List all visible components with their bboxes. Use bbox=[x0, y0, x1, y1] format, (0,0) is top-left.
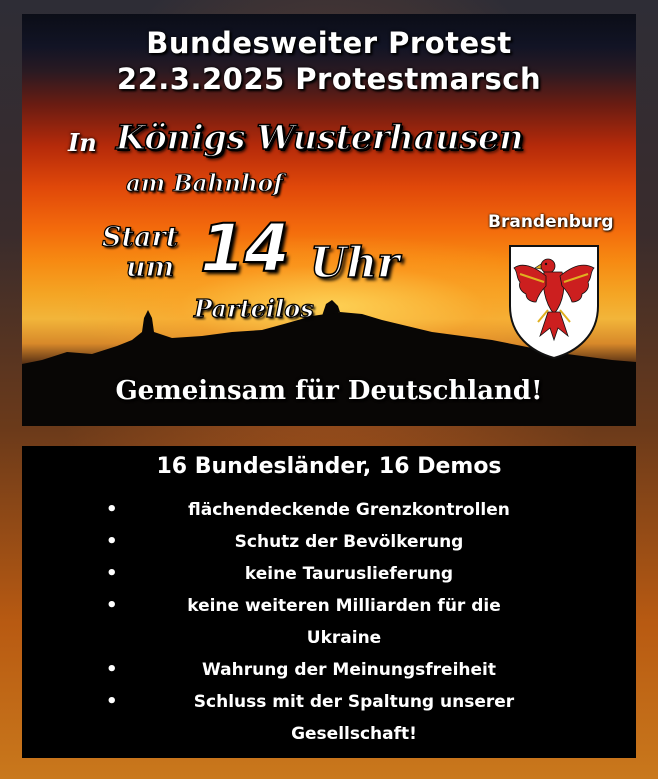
brandenburg-eagle-crest-icon bbox=[509, 245, 599, 360]
title-line-2: 22.3.2025 Protestmarsch bbox=[116, 62, 542, 96]
bullet-icon: • bbox=[106, 595, 118, 616]
affiliation-label: Parteilos bbox=[193, 293, 314, 323]
city-name: Königs Wusterhausen bbox=[115, 117, 524, 159]
list-item: • Schluss mit der Spaltung unserer Gesel… bbox=[22, 686, 636, 750]
slogan: Gemeinsam für Deutschland! bbox=[115, 376, 543, 406]
in-label: In bbox=[68, 128, 97, 157]
location-label: am Bahnhof bbox=[126, 170, 284, 198]
bullet-icon: • bbox=[106, 563, 118, 584]
list-item: • Schutz der Bevölkerung bbox=[22, 526, 636, 558]
list-item: • keine weiteren Milliarden für die Ukra… bbox=[22, 590, 636, 654]
bullet-icon: • bbox=[106, 691, 118, 712]
time-unit: Uhr bbox=[309, 237, 400, 288]
bullet-icon: • bbox=[106, 531, 118, 552]
bullet-icon: • bbox=[106, 659, 118, 680]
list-item: • Wahrung der Meinungsfreiheit bbox=[22, 654, 636, 686]
bullet-icon: • bbox=[106, 499, 118, 520]
start-time: 14 bbox=[199, 209, 291, 288]
state-name: Brandenburg bbox=[488, 212, 614, 232]
list-item: • flächendeckende Grenzkontrollen bbox=[22, 494, 636, 526]
demands-title: 16 Bundesländer, 16 Demos bbox=[156, 454, 502, 479]
demands-panel: 16 Bundesländer, 16 Demos • flächendecke… bbox=[22, 446, 636, 758]
title-line-1: Bundesweiter Protest bbox=[146, 26, 512, 60]
um-label: um bbox=[125, 251, 175, 283]
demands-list: • flächendeckende Grenzkontrollen • Schu… bbox=[22, 494, 636, 750]
poster-header-panel: Bundesweiter Protest 22.3.2025 Protestma… bbox=[22, 14, 636, 426]
list-item: • keine Tauruslieferung bbox=[22, 558, 636, 590]
start-label: Start bbox=[101, 221, 179, 253]
